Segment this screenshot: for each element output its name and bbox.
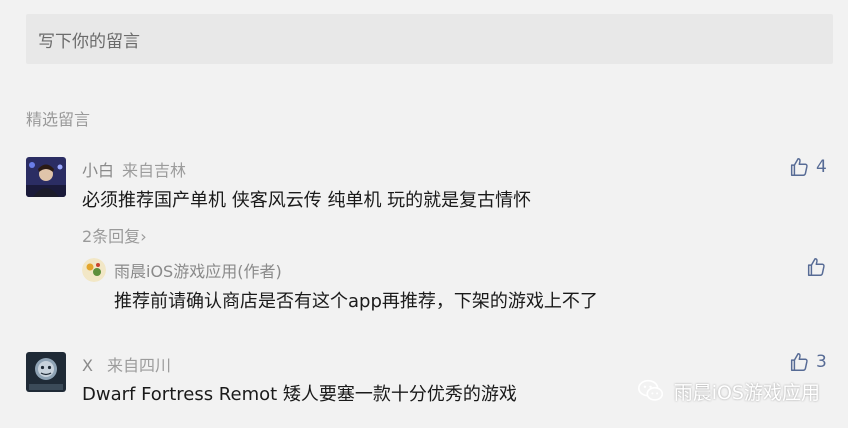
replies-label: 2条回复 bbox=[82, 227, 141, 246]
thumbs-up-icon bbox=[807, 258, 825, 276]
comment-author[interactable]: X bbox=[82, 356, 93, 375]
wechat-icon bbox=[637, 379, 663, 401]
watermark-text: 雨晨iOS游戏应用 bbox=[673, 381, 820, 404]
comment-text: 必须推荐国产单机 侠客风云传 纯单机 玩的就是复古情怀 bbox=[82, 190, 532, 211]
like-count: 3 bbox=[816, 352, 827, 372]
comment-location: 来自吉林 bbox=[122, 161, 187, 180]
thumbs-up-icon bbox=[790, 353, 808, 371]
avatar[interactable] bbox=[26, 352, 66, 392]
avatar-image bbox=[26, 352, 66, 392]
like-button[interactable]: 4 bbox=[788, 156, 827, 178]
avatar[interactable] bbox=[26, 157, 66, 197]
avatar-image bbox=[26, 157, 66, 197]
reply-avatar-image bbox=[82, 258, 106, 282]
comment-meta: X 来自四川 bbox=[82, 352, 171, 376]
comment-author[interactable]: 小白 bbox=[82, 161, 114, 180]
view-replies-link[interactable]: 2条回复› bbox=[82, 223, 147, 247]
like-button[interactable]: 3 bbox=[788, 351, 827, 373]
watermark: 雨晨iOS游戏应用 bbox=[636, 376, 820, 406]
comment-input-placeholder: 写下你的留言 bbox=[38, 31, 140, 52]
like-count: 4 bbox=[816, 157, 827, 177]
reply-author[interactable]: 雨晨iOS游戏应用(作者) bbox=[114, 258, 282, 282]
chevron-right-icon: › bbox=[140, 227, 147, 246]
comment-meta: 小白 来自吉林 bbox=[82, 157, 186, 181]
comment-location: 来自四川 bbox=[106, 356, 171, 375]
comment-input[interactable]: 写下你的留言 bbox=[26, 14, 833, 64]
reply-like-button[interactable] bbox=[805, 256, 827, 278]
comment-text: Dwarf Fortress Remot 矮人要塞一款十分优秀的游戏 bbox=[82, 384, 517, 405]
thumbs-up-icon bbox=[790, 158, 808, 176]
section-title: 精选留言 bbox=[26, 110, 91, 129]
reply-text: 推荐前请确认商店是否有这个app再推荐，下架的游戏上不了 bbox=[114, 291, 598, 312]
reply-avatar[interactable] bbox=[82, 258, 106, 282]
